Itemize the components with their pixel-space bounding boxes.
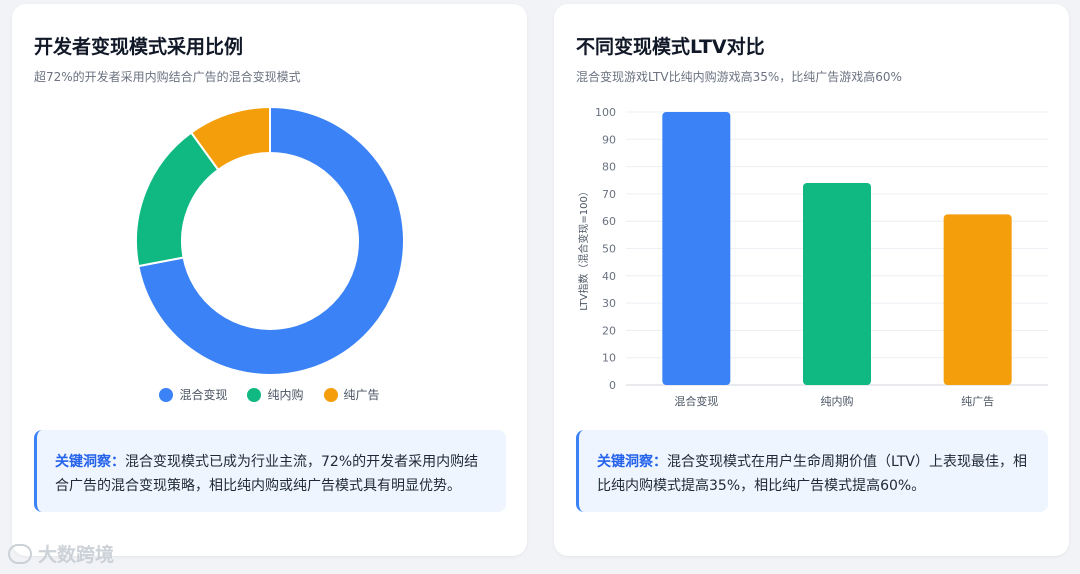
y-tick-label-4: 40 <box>602 270 616 283</box>
x-tick-label-0: 混合变现 <box>674 394 718 408</box>
ltv-insight-label: 关键洞察： <box>597 454 667 470</box>
x-tick-label-2: 纯广告 <box>961 395 994 408</box>
legend-item-2[interactable]: 纯广告 <box>323 386 380 403</box>
adoption-card: 开发者变现模式采用比例 超72%的开发者采用内购结合广告的混合变现模式 混合变现… <box>12 4 527 556</box>
bar-0[interactable] <box>662 112 731 385</box>
legend-label-0: 混合变现 <box>179 388 228 402</box>
donut-legend: 混合变现 纯内购 纯广告 <box>12 386 527 403</box>
watermark-text: 大数跨境 <box>38 544 115 566</box>
legend-item-1[interactable]: 纯内购 <box>247 386 304 403</box>
adoption-insight-label: 关键洞察： <box>55 454 125 470</box>
donut-chart <box>135 105 405 376</box>
y-tick-label-8: 80 <box>602 161 616 174</box>
y-tick-label-0: 0 <box>609 379 616 392</box>
y-tick-label-2: 20 <box>602 324 616 337</box>
y-tick-label-1: 10 <box>602 352 616 365</box>
legend-swatch-2 <box>323 387 338 402</box>
adoption-insight: 关键洞察：混合变现模式已成为行业主流，72%的开发者采用内购结合广告的混合变现策… <box>34 430 506 512</box>
legend-swatch-1 <box>247 387 262 402</box>
y-tick-label-6: 60 <box>602 215 616 228</box>
ltv-insight: 关键洞察：混合变现模式在用户生命周期价值（LTV）上表现最佳，相比纯内购模式提高… <box>576 430 1048 512</box>
legend-label-1: 纯内购 <box>267 388 304 402</box>
bar-2[interactable] <box>943 214 1012 385</box>
y-tick-label-5: 50 <box>602 243 616 256</box>
y-tick-label-10: 100 <box>595 106 616 119</box>
y-tick-label-9: 90 <box>602 133 616 146</box>
ltv-bar-chart: 0 10 20 30 40 50 60 70 80 90 100 LTV指数（混合变现=100） 混合变… <box>577 106 1048 408</box>
x-tick-label-1: 纯内购 <box>821 394 854 408</box>
bar-1[interactable] <box>803 182 871 385</box>
y-axis-label: LTV指数（混合变现=100） <box>577 186 590 311</box>
watermark-logo-icon <box>8 543 32 564</box>
y-tick-label-7: 70 <box>602 188 616 201</box>
ltv-card: 不同变现模式LTV对比 混合变现游戏LTV比纯内购游戏高35%，比纯广告游戏高6… <box>554 4 1069 556</box>
legend-item-0[interactable]: 混合变现 <box>159 386 227 403</box>
legend-label-2: 纯广告 <box>343 388 380 402</box>
watermark: 大数跨境 <box>8 540 114 567</box>
y-tick-label-3: 30 <box>602 297 616 310</box>
legend-swatch-0 <box>159 387 174 402</box>
